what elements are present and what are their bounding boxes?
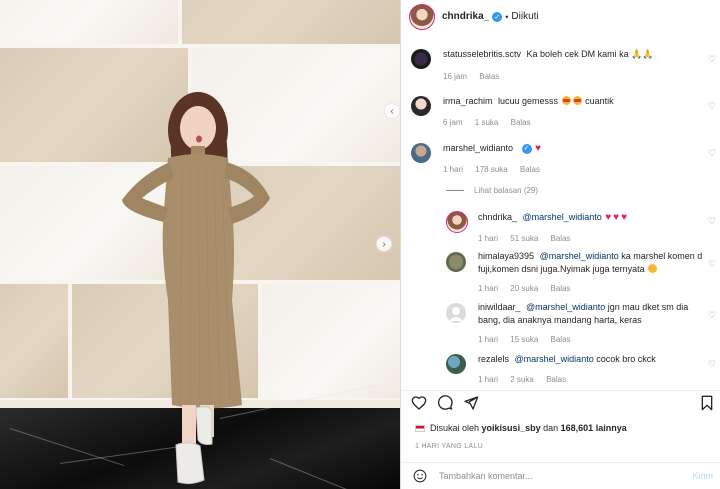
comment-likes[interactable]: 178 suka — [475, 165, 507, 174]
comment-username[interactable]: irma_rachim — [443, 96, 493, 106]
woman-figure — [122, 92, 270, 485]
view-replies-button[interactable]: Lihat balasan (29) — [446, 186, 538, 195]
comment-emoji: 🙏🙏 — [631, 49, 654, 59]
reply-mention[interactable]: @marshel_widianto — [515, 354, 594, 364]
view-replies-label: Lihat balasan (29) — [474, 186, 539, 195]
reply-time: 1 hari — [478, 234, 499, 243]
reply-mention[interactable]: @marshel_widianto — [540, 251, 619, 261]
comment-username[interactable]: statusselebritis.sctv — [443, 49, 521, 59]
comments-list: statusselebritis.sctv Ka boleh cek DM ka… — [401, 33, 720, 390]
comment-input[interactable]: Tambahkan komentar... — [439, 471, 693, 481]
avatar[interactable] — [411, 143, 431, 163]
reply-likes[interactable]: 15 suka — [510, 335, 538, 344]
reply-time: 1 hari — [478, 284, 499, 293]
reply-likes[interactable]: 51 suka — [510, 234, 538, 243]
add-comment-bar: Tambahkan komentar... Kirim — [401, 462, 720, 489]
verified-badge-icon: ✓ — [492, 11, 503, 22]
post-sidebar: chndrika_ ✓ • Diikuti statusselebritis.s… — [400, 0, 720, 489]
likes-prefix: Disukai oleh — [430, 423, 480, 433]
comment-text: Ka boleh cek DM kami ka — [526, 49, 629, 59]
emoji-icon[interactable] — [413, 469, 427, 483]
chevron-left-icon: ‹ — [390, 105, 394, 117]
comment-time: 6 jam — [443, 118, 463, 127]
like-comment-icon[interactable]: ♡ — [708, 259, 716, 270]
heart-eyes-emoji-icon — [561, 96, 571, 105]
comment-text: lucuu gemesss — [498, 96, 559, 106]
reply-text: cocok bro ckck — [596, 354, 656, 364]
grin-emoji-icon — [648, 264, 658, 273]
reply-username[interactable]: iniwildaar_ — [478, 302, 521, 312]
previous-image-button[interactable]: ‹ — [384, 103, 400, 119]
reply-button[interactable]: Balas — [479, 72, 499, 81]
reply-mention[interactable]: @marshel_widianto — [526, 302, 605, 312]
reply-likes[interactable]: 2 suka — [510, 375, 534, 384]
red-heart-emoji-icon: ♥ — [535, 143, 542, 154]
likes-summary: Disukai oleh yoikisusi_sby dan 168,601 l… — [415, 423, 627, 433]
bookmark-icon[interactable] — [699, 395, 715, 411]
reply-button[interactable]: Balas — [520, 165, 540, 174]
reply-button[interactable]: Balas — [551, 234, 571, 243]
comment-text-trail: cuantik — [585, 96, 614, 106]
reply-button[interactable]: Balas — [551, 335, 571, 344]
avatar[interactable] — [446, 252, 466, 272]
avatar[interactable] — [446, 303, 466, 323]
post-photo: ‹ › — [0, 0, 400, 489]
header-separator: • — [505, 11, 509, 22]
heart-icon[interactable] — [411, 395, 427, 411]
comment-username[interactable]: marshel_widianto — [443, 143, 513, 153]
red-heart-emoji-icon: ♥ — [605, 212, 612, 223]
reply-time: 1 hari — [478, 375, 499, 384]
send-comment-button[interactable]: Kirim — [693, 471, 714, 481]
avatar[interactable] — [411, 96, 431, 116]
reply-likes[interactable]: 20 suka — [510, 284, 538, 293]
post-timestamp[interactable]: 1 HARI YANG LALU — [415, 443, 483, 450]
like-comment-icon[interactable]: ♡ — [708, 310, 716, 321]
share-icon[interactable] — [463, 395, 479, 411]
like-comment-icon[interactable]: ♡ — [708, 101, 716, 112]
reply-button[interactable]: Balas — [546, 375, 566, 384]
avatar[interactable] — [446, 211, 468, 233]
next-image-button[interactable]: › — [376, 236, 392, 252]
likes-middle: dan — [543, 423, 559, 433]
follow-status-button[interactable]: Diikuti — [511, 11, 538, 22]
post-author-username[interactable]: chndrika_ — [442, 11, 489, 22]
reply-button[interactable]: Balas — [511, 118, 531, 127]
avatar[interactable] — [409, 3, 435, 30]
likes-count[interactable]: 168,601 lainnya — [561, 423, 627, 433]
like-comment-icon[interactable]: ♡ — [708, 359, 716, 370]
reply-username[interactable]: rezalels — [478, 354, 509, 364]
red-heart-emoji-icon: ♥ — [621, 212, 628, 223]
default-avatar-icon — [449, 307, 463, 321]
heart-eyes-emoji-icon — [572, 96, 582, 105]
avatar[interactable] — [411, 49, 431, 69]
comment-likes[interactable]: 1 suka — [475, 118, 499, 127]
red-heart-emoji-icon: ♥ — [613, 212, 620, 223]
liker-username[interactable]: yoikisusi_sby — [482, 423, 541, 433]
flag-emoji-icon — [415, 424, 425, 432]
reply-username[interactable]: chndrika_ — [478, 212, 517, 222]
like-comment-icon[interactable]: ♡ — [708, 216, 716, 227]
verified-badge-icon: ✓ — [521, 143, 532, 154]
reply-username[interactable]: himalaya9395 — [478, 251, 534, 261]
comment-icon[interactable] — [437, 395, 453, 411]
reply-mention[interactable]: @marshel_widianto — [523, 212, 602, 222]
divider — [446, 190, 464, 191]
like-comment-icon[interactable]: ♡ — [708, 148, 716, 159]
post-header: chndrika_ ✓ • Diikuti — [401, 0, 720, 33]
avatar[interactable] — [446, 354, 466, 374]
reply-button[interactable]: Balas — [551, 284, 571, 293]
comment-time: 16 jam — [443, 72, 468, 81]
like-comment-icon[interactable]: ♡ — [708, 54, 716, 65]
comment-time: 1 hari — [443, 165, 464, 174]
reply-time: 1 hari — [478, 335, 499, 344]
post-actions-bar — [401, 390, 720, 416]
chevron-right-icon: › — [382, 238, 386, 250]
